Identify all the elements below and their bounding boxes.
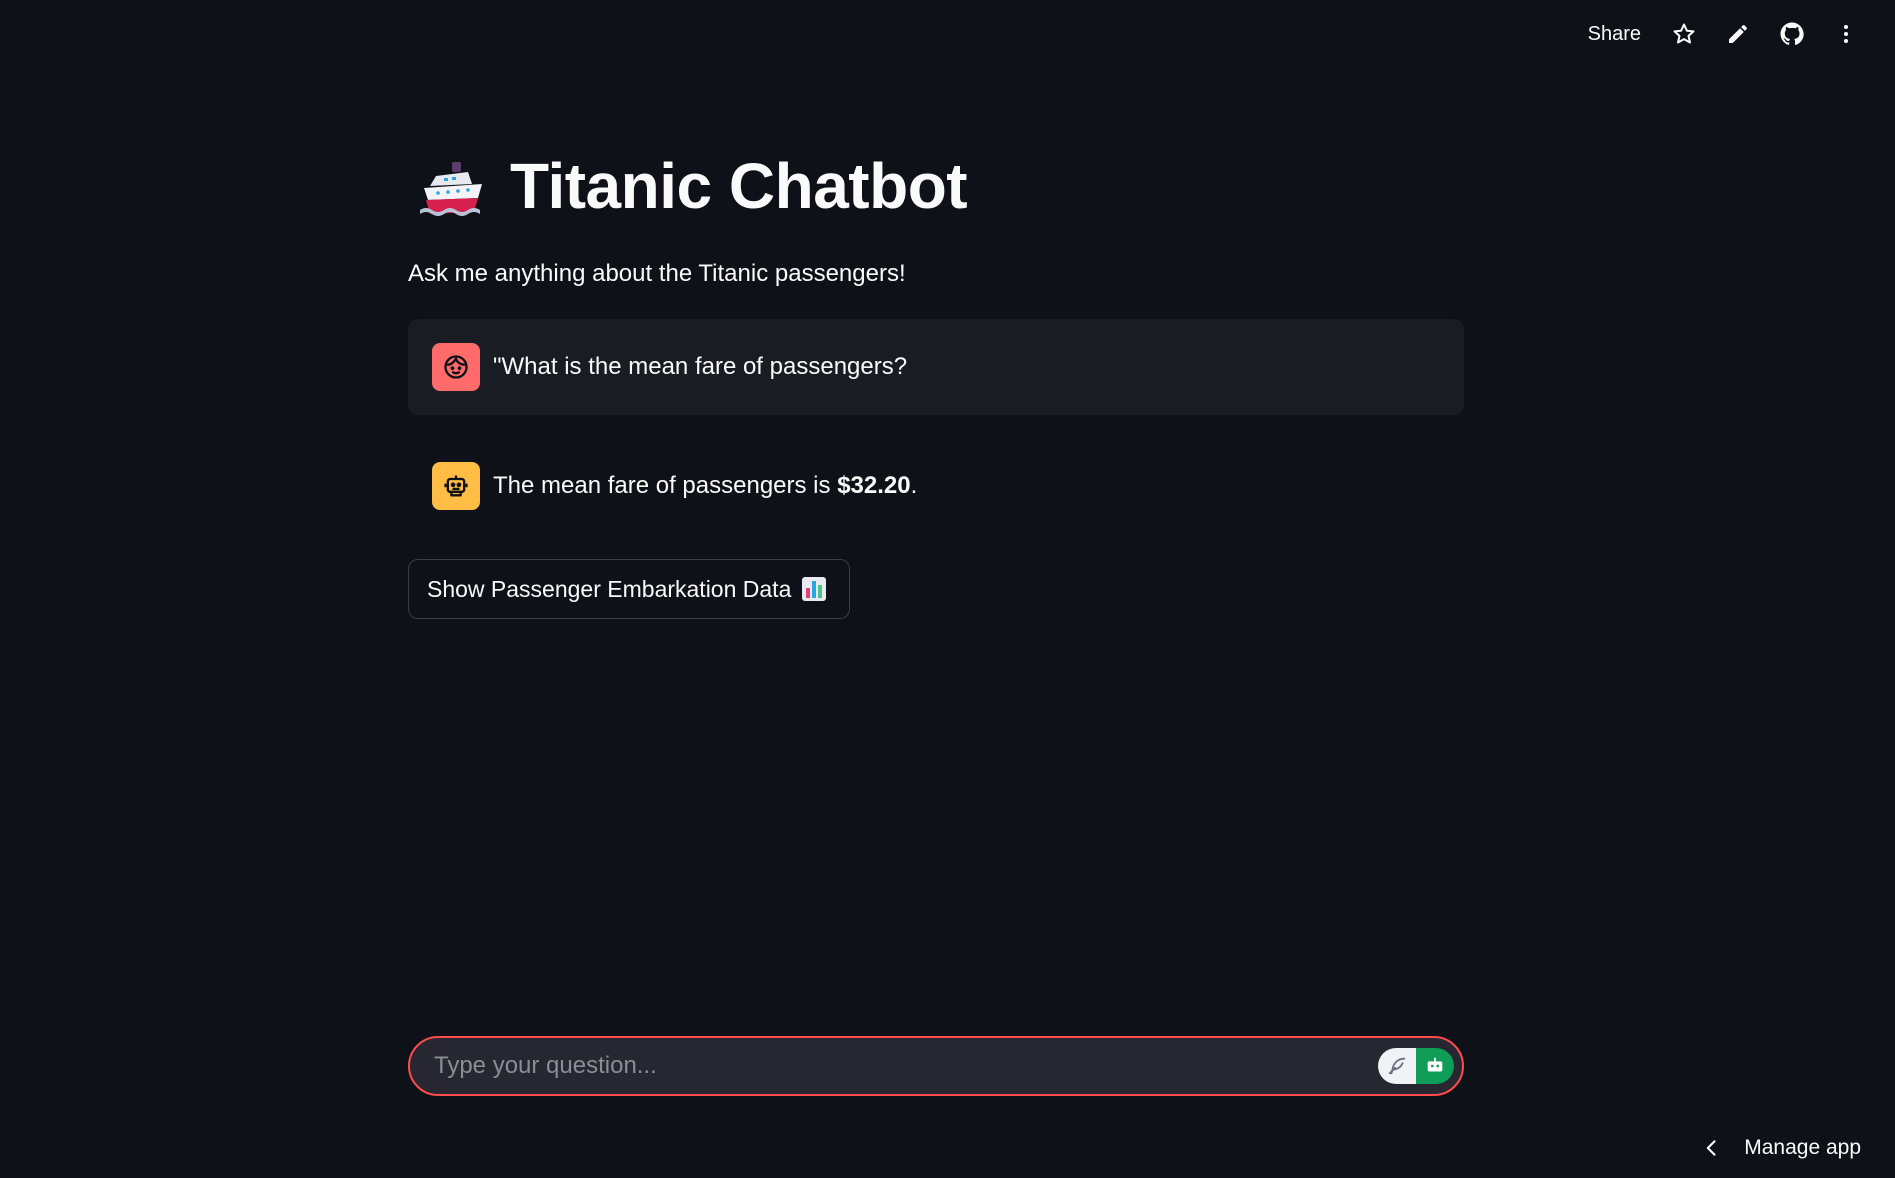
robot-icon [444, 475, 468, 497]
star-icon[interactable] [1661, 14, 1707, 54]
ship-emoji-icon [416, 150, 488, 222]
pencil-icon[interactable] [1715, 14, 1761, 54]
assistant-text-bold: $32.20 [837, 472, 911, 499]
bot-extension-icon[interactable] [1416, 1048, 1454, 1084]
assistant-avatar [432, 462, 480, 510]
chat-input[interactable] [434, 1052, 1378, 1080]
app-page: Share Titanic Chatbot Ask me anything ab… [0, 0, 1895, 1178]
user-message-text: "What is the mean fare of passengers? [493, 353, 908, 380]
user-avatar [432, 343, 480, 391]
assistant-message-text: The mean fare of passengers is $32.20. [493, 472, 917, 500]
show-embarkation-data-button[interactable]: Show Passenger Embarkation Data [408, 559, 851, 619]
manage-app-button[interactable]: Manage app [1702, 1136, 1861, 1160]
github-icon[interactable] [1769, 14, 1815, 54]
bar-chart-emoji-icon [801, 576, 827, 602]
chat-input-container [408, 1036, 1464, 1096]
more-vertical-icon[interactable] [1823, 14, 1869, 54]
chat-message-assistant: The mean fare of passengers is $32.20. [408, 438, 1464, 534]
input-extension-icons [1378, 1048, 1454, 1084]
assistant-text-suffix: . [910, 472, 918, 499]
page-header: Titanic Chatbot [416, 150, 968, 222]
chevron-left-icon [1707, 1140, 1716, 1156]
user-face-icon [444, 355, 468, 379]
manage-app-label: Manage app [1744, 1136, 1861, 1159]
assistant-text-prefix: The mean fare of passengers is [493, 472, 838, 499]
share-button[interactable]: Share [1576, 17, 1653, 52]
page-title: Titanic Chatbot [510, 150, 968, 222]
show-embarkation-data-label: Show Passenger Embarkation Data [427, 575, 792, 602]
chat-message-user: "What is the mean fare of passengers? [408, 319, 1464, 415]
top-toolbar: Share [1576, 14, 1869, 54]
feather-icon[interactable] [1378, 1048, 1416, 1084]
page-subtitle: Ask me anything about the Titanic passen… [408, 260, 906, 287]
